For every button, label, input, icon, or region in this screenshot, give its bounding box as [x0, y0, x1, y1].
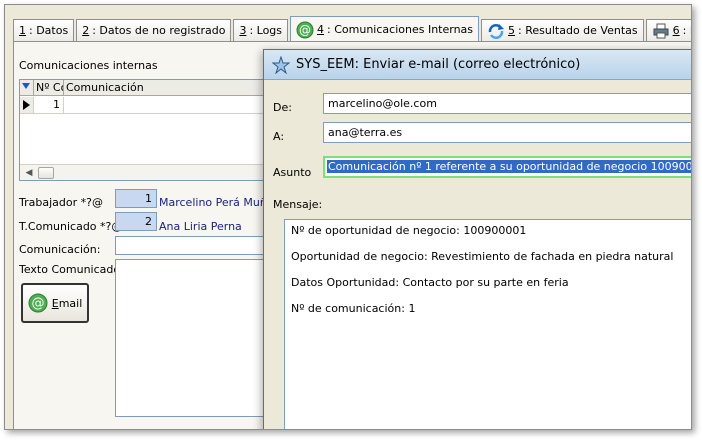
- grid-header: Nº Co Comunicación: [20, 80, 268, 96]
- message-line: Nº de comunicación: 1: [291, 302, 416, 315]
- at-sign-icon: @: [28, 293, 48, 313]
- email-button[interactable]: @ Email: [21, 283, 89, 323]
- de-label: De:: [273, 101, 292, 114]
- tab-datos-no-registrado[interactable]: 2: Datos de no registrado: [76, 19, 232, 41]
- table-row[interactable]: 1: [20, 97, 268, 114]
- tab-number: 5: [508, 24, 516, 37]
- subject-field[interactable]: Comunicación nº 1 referente a su oportun…: [323, 156, 691, 178]
- subject-selected-text: Comunicación nº 1 referente a su oportun…: [327, 160, 691, 173]
- send-email-dialog: SYS_EEM: Enviar e-mail (correo electróni…: [263, 49, 691, 429]
- texto-comunicado-label: Texto Comunicado:: [19, 263, 124, 276]
- column-header-num[interactable]: Nº Co: [34, 80, 64, 95]
- svg-text:@: @: [299, 23, 311, 37]
- tab-label: : Resultado de Ventas: [518, 24, 638, 37]
- comunicacion-field[interactable]: [115, 236, 275, 255]
- mensaje-label: Mensaje:: [273, 198, 323, 211]
- tab-label: : Datos: [29, 24, 69, 37]
- svg-text:@: @: [31, 296, 44, 311]
- app-window: 1: Datos 2: Datos de no registrado 3: Lo…: [4, 4, 692, 430]
- tab-number: 1: [19, 24, 26, 37]
- column-header-comunicacion[interactable]: Comunicación: [64, 80, 268, 95]
- printer-icon: [653, 23, 669, 38]
- message-body-field[interactable]: Nº de oportunidad de negocio: 100900001 …: [284, 219, 691, 429]
- comunicacion-label: Comunicación:: [19, 243, 101, 256]
- tab-bar: 1: Datos 2: Datos de no registrado 3: Lo…: [13, 15, 691, 42]
- horizontal-scrollbar[interactable]: ◀: [20, 164, 268, 180]
- app-star-icon: [272, 55, 290, 74]
- comunicado-name: Ana Liria Perna: [159, 220, 242, 233]
- dialog-title: SYS_EEM: Enviar e-mail (correo electróni…: [296, 57, 581, 72]
- tab-datos[interactable]: 1: Datos: [13, 19, 75, 41]
- dialog-title-bar[interactable]: SYS_EEM: Enviar e-mail (correo electróni…: [264, 50, 691, 80]
- row-pointer-icon: [20, 97, 34, 113]
- trabajador-name: Marcelino Perá Muñoz: [159, 196, 280, 209]
- trabajador-id-field[interactable]: 1: [115, 189, 157, 208]
- tab-resultado-ventas[interactable]: 5: Resultado de Ventas: [481, 19, 644, 41]
- communications-grid[interactable]: Nº Co Comunicación 1 ◀: [19, 79, 269, 181]
- refresh-arrow-icon: [488, 23, 505, 39]
- tab-logs[interactable]: 3: Logs: [233, 19, 289, 41]
- at-sign-icon: @: [296, 21, 314, 38]
- texto-comunicado-field[interactable]: [115, 259, 275, 417]
- asunto-label: Asunto: [273, 166, 312, 179]
- tab-number: 2: [82, 24, 90, 37]
- sort-indicator-icon[interactable]: [20, 80, 34, 95]
- tab-number: 3: [239, 24, 247, 37]
- tab-label: : Imprimir: [682, 24, 691, 37]
- from-email-field[interactable]: marcelino@ole.com: [323, 93, 691, 114]
- trabajador-label: Trabajador *?@: [19, 196, 103, 209]
- tab-number: 6: [672, 24, 680, 37]
- cell-comunicacion[interactable]: [64, 97, 268, 113]
- a-label: A:: [273, 130, 285, 143]
- tab-label: : Datos de no registrado: [92, 24, 226, 37]
- comunicado-label: T.Comunicado *?@: [19, 220, 123, 233]
- tab-comunicaciones-internas[interactable]: @ 4: Comunicaciones Internas: [290, 16, 480, 42]
- section-title: Comunicaciones internas: [19, 59, 158, 72]
- to-email-field[interactable]: ana@terra.es: [323, 122, 691, 143]
- scroll-left-icon[interactable]: ◀: [22, 167, 36, 179]
- tab-label: : Logs: [249, 24, 283, 37]
- comunicado-id-field[interactable]: 2: [115, 212, 157, 231]
- tab-imprimir[interactable]: 6: Imprimir: [645, 19, 691, 41]
- message-line: Datos Oportunidad: Contacto por su parte…: [291, 276, 569, 289]
- tab-label: : Comunicaciones Internas: [327, 23, 474, 36]
- email-button-label: Email: [51, 296, 83, 310]
- tab-number: 4: [317, 23, 325, 36]
- message-line: Oportunidad de negocio: Revestimiento de…: [291, 250, 674, 263]
- message-line: Nº de oportunidad de negocio: 100900001: [291, 224, 527, 237]
- scrollbar-thumb[interactable]: [38, 167, 54, 179]
- cell-num[interactable]: 1: [34, 97, 64, 113]
